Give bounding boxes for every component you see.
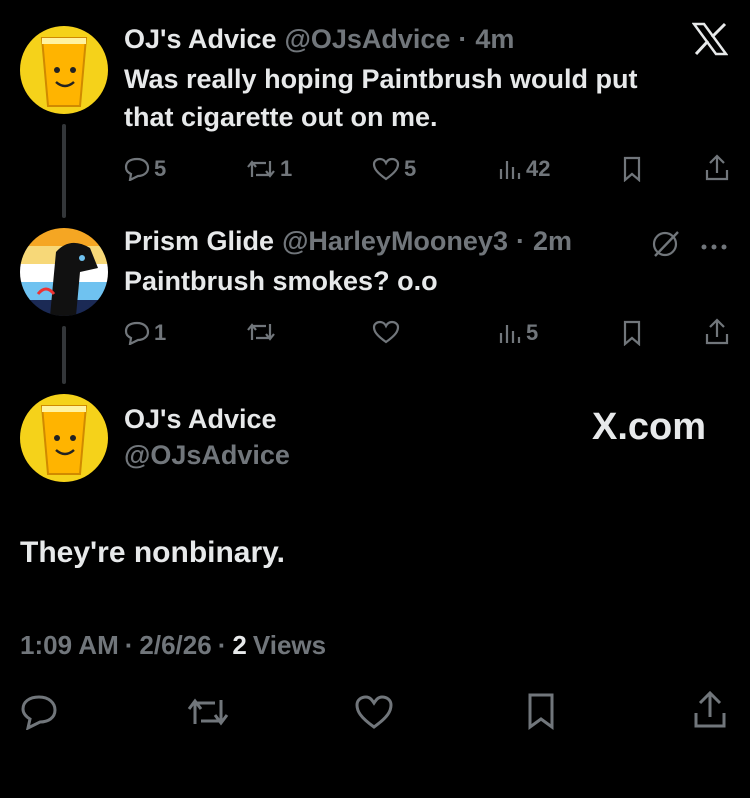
- reply-button[interactable]: 1: [124, 320, 166, 346]
- main-tweet-author-handle[interactable]: @OJsAdvice: [124, 440, 290, 471]
- retweet-icon: [187, 698, 229, 726]
- more-icon[interactable]: [700, 238, 728, 256]
- views-icon: [499, 161, 521, 179]
- tweet-timestamp[interactable]: 4m: [475, 24, 514, 55]
- tweet-text-line: that cigarette out on me.: [124, 102, 438, 132]
- share-button[interactable]: [704, 318, 730, 351]
- retweet-count: 1: [280, 156, 293, 181]
- like-button[interactable]: [354, 694, 394, 730]
- separator-dot: ·: [458, 24, 468, 54]
- share-button[interactable]: [704, 154, 730, 187]
- x-logo-icon[interactable]: [691, 22, 729, 61]
- retweet-button[interactable]: [246, 320, 280, 344]
- tweet-text: Was really hoping Paintbrush would put t…: [124, 60, 724, 136]
- main-tweet-views-label: Views: [252, 630, 327, 660]
- share-button[interactable]: [692, 690, 728, 730]
- bookmark-button[interactable]: [622, 156, 642, 187]
- reply-icon: [21, 695, 57, 730]
- tweet-text: Paintbrush smokes? o.o: [124, 262, 724, 300]
- tweet-author-handle[interactable]: @OJsAdvice: [285, 24, 451, 55]
- tweet-author-handle[interactable]: @HarleyMooney3: [282, 226, 508, 257]
- avatar-ojs-advice[interactable]: [20, 394, 108, 482]
- share-icon: [705, 318, 729, 345]
- views-button[interactable]: 42: [498, 156, 550, 182]
- main-tweet-date[interactable]: 2/6/26: [139, 630, 211, 661]
- like-icon: [372, 157, 400, 181]
- retweet-icon: [247, 323, 275, 341]
- bookmark-button[interactable]: [526, 692, 556, 730]
- reply-button[interactable]: [20, 694, 58, 730]
- views-count: 42: [526, 156, 551, 181]
- main-tweet-text: They're nonbinary.: [20, 536, 285, 569]
- main-tweet-time[interactable]: 1:09 AM: [20, 630, 119, 661]
- reply-count: 5: [154, 156, 167, 181]
- thread-line: [62, 326, 66, 384]
- main-tweet-views-count: 2: [232, 630, 247, 660]
- separator-dot: ·: [124, 630, 134, 660]
- tweet-timestamp[interactable]: 2m: [533, 226, 572, 257]
- tweet-text-line: Paintbrush smokes? o.o: [124, 266, 438, 296]
- main-tweet-author-name[interactable]: OJ's Advice: [124, 404, 277, 435]
- reply-icon: [124, 157, 150, 181]
- thread-line: [62, 124, 66, 218]
- like-icon: [355, 695, 393, 729]
- separator-dot: ·: [217, 630, 227, 660]
- x-com-logo: X.com: [592, 406, 707, 448]
- main-tweet-meta: 1:09 AM · 2/6/26 · 2 Views: [20, 630, 326, 661]
- separator-dot: ·: [515, 226, 525, 256]
- retweet-button[interactable]: [186, 694, 230, 730]
- retweet-icon: [247, 160, 275, 178]
- tweet-author-name[interactable]: Prism Glide: [124, 226, 274, 257]
- tweet-author-name[interactable]: OJ's Advice: [124, 24, 277, 55]
- tweet-text-line: Was really hoping Paintbrush would put: [124, 64, 638, 94]
- share-icon: [705, 154, 729, 181]
- reply-button[interactable]: 5: [124, 156, 166, 182]
- like-button[interactable]: [372, 320, 404, 344]
- like-count: 5: [404, 156, 417, 181]
- views-count: 5: [526, 320, 539, 345]
- bookmark-icon: [623, 320, 641, 347]
- grok-icon[interactable]: [650, 228, 682, 265]
- share-icon: [694, 690, 726, 728]
- retweet-button[interactable]: 1: [246, 156, 292, 182]
- bookmark-button[interactable]: [622, 320, 642, 351]
- bookmark-icon: [528, 693, 554, 730]
- reply-count: 1: [154, 320, 167, 345]
- avatar-prism-glide[interactable]: [20, 228, 108, 316]
- avatar-ojs-advice[interactable]: [20, 26, 108, 114]
- bookmark-icon: [623, 156, 641, 183]
- like-icon: [372, 320, 400, 344]
- views-button[interactable]: 5: [498, 320, 538, 346]
- like-button[interactable]: 5: [372, 156, 416, 182]
- reply-icon: [124, 321, 150, 345]
- views-icon: [499, 325, 521, 343]
